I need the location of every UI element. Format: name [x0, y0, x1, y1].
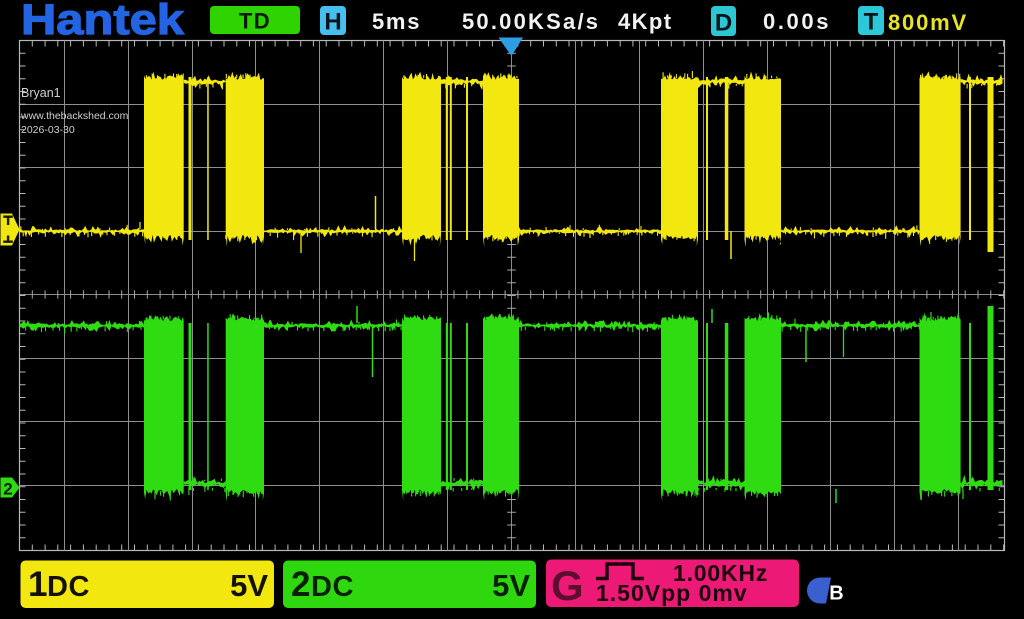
svg-text:2: 2 — [291, 565, 310, 604]
svg-text:Hantek: Hantek — [21, 0, 184, 44]
svg-text:0.00s: 0.00s — [763, 9, 831, 34]
svg-text:1: 1 — [28, 565, 47, 604]
svg-text:5ms: 5ms — [372, 9, 421, 34]
svg-text:B: B — [829, 583, 843, 605]
svg-text:800mV: 800mV — [888, 10, 968, 35]
svg-text:2: 2 — [3, 480, 12, 499]
svg-text:1.50Vpp 0mv: 1.50Vpp 0mv — [596, 580, 748, 606]
svg-text:2026-03-30: 2026-03-30 — [21, 124, 75, 136]
svg-text:Bryan1: Bryan1 — [21, 86, 61, 100]
svg-text:5V: 5V — [492, 568, 530, 603]
svg-text:D: D — [715, 10, 732, 37]
svg-text:4Kpt: 4Kpt — [618, 9, 673, 34]
svg-text:TD: TD — [239, 9, 271, 34]
svg-text:50.00KSa/s: 50.00KSa/s — [462, 9, 600, 34]
svg-text:5V: 5V — [230, 568, 268, 603]
svg-text:H: H — [324, 9, 341, 36]
svg-text:G: G — [551, 562, 584, 609]
svg-text:www.thebackshed.com: www.thebackshed.com — [20, 110, 129, 122]
svg-text:DC: DC — [47, 571, 90, 603]
svg-text:T: T — [864, 9, 879, 36]
svg-text:DC: DC — [311, 571, 354, 603]
